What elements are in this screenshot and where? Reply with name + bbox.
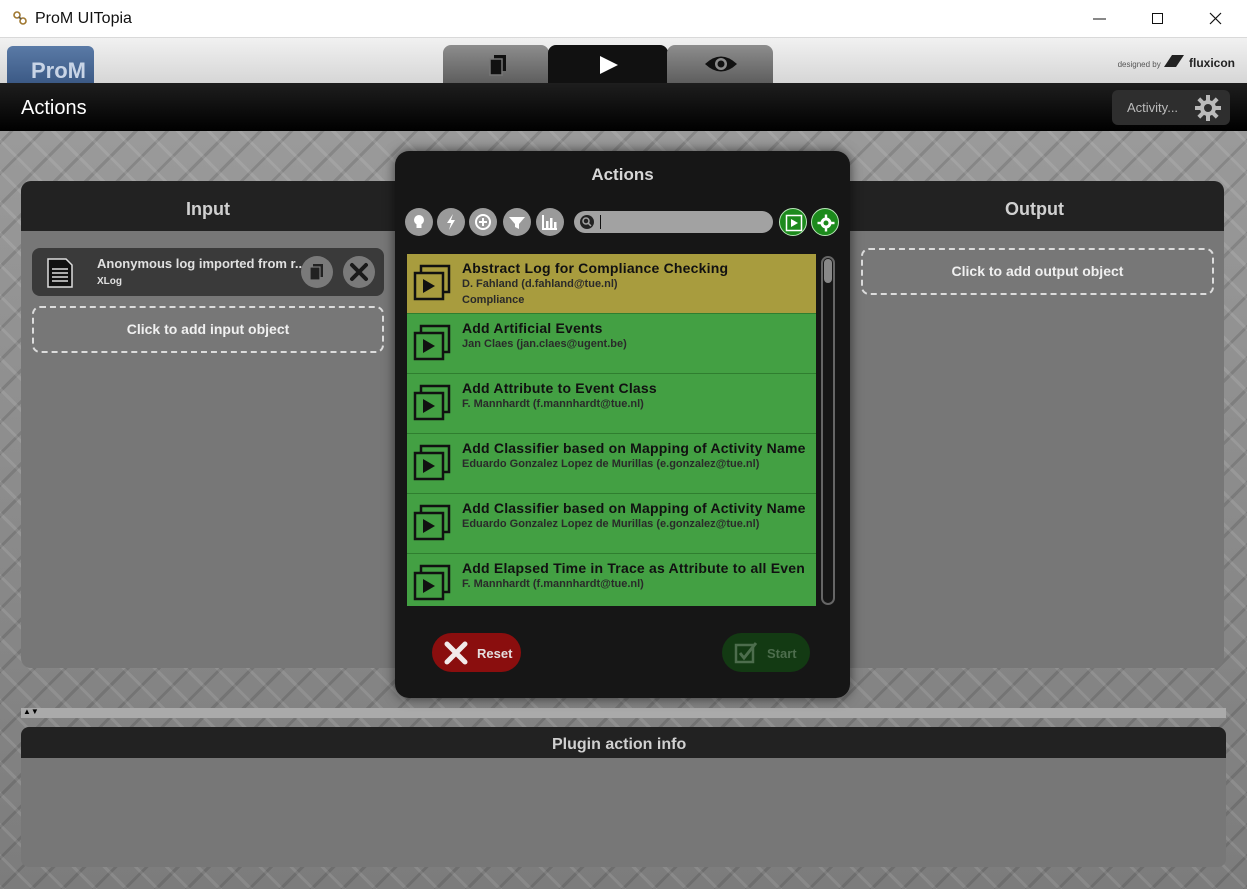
settings-gear-icon [817, 214, 835, 232]
search-input[interactable] [598, 213, 766, 231]
plugin-list-item[interactable]: Add Classifier based on Mapping of Activ… [407, 494, 816, 554]
close-icon [350, 263, 368, 281]
plugin-list-scrollbar[interactable] [821, 256, 835, 605]
plugin-author: F. Mannhardt (f.mannhardt@tue.nl) [462, 578, 644, 590]
tab-view[interactable] [667, 45, 773, 83]
output-panel-title: Output [830, 181, 1224, 231]
lightning-icon [447, 214, 455, 230]
brand-name: fluxicon [1188, 56, 1235, 70]
tab-workspace[interactable] [443, 45, 549, 83]
filter-plus-button[interactable] [469, 208, 497, 236]
input-object-name: Anonymous log imported from r... [97, 256, 306, 271]
plugin-play-icon [785, 214, 803, 232]
plugin-info-title: Plugin action info [21, 727, 1226, 758]
add-output-object-button[interactable]: Click to add output object [861, 248, 1214, 295]
close-window-button[interactable] [1187, 0, 1245, 38]
bar-chart-icon [542, 215, 557, 230]
remove-object-button[interactable] [343, 256, 375, 288]
plugin-list-item[interactable]: Add Artificial Events Jan Claes (jan.clae… [407, 314, 816, 374]
lightbulb-icon [414, 215, 424, 228]
gear-icon [1195, 95, 1221, 121]
filter-chart-button[interactable] [536, 208, 564, 236]
plugin-author: F. Mannhardt (f.mannhardt@tue.nl) [462, 398, 644, 410]
add-input-object-button[interactable]: Click to add input object [32, 306, 384, 353]
activity-button[interactable]: Activity... [1112, 90, 1230, 125]
search-icon [580, 215, 594, 229]
fluxicon-logo-icon [1163, 55, 1184, 67]
copy-icon [309, 264, 323, 281]
plugin-icon [413, 384, 451, 421]
plugin-icon [413, 504, 451, 541]
minimize-icon [1093, 18, 1106, 20]
document-icon [47, 258, 73, 288]
maximize-button[interactable] [1129, 0, 1187, 38]
plugin-icon [413, 324, 451, 361]
prom-header: ProM designed by fluxicon [0, 38, 1247, 83]
x-icon [444, 641, 468, 665]
plugin-author: D. Fahland (d.fahland@tue.nl) [462, 278, 618, 290]
reset-button[interactable]: Reset [432, 633, 521, 672]
actions-dialog: Actions Abstract Log for Compliance Chec… [395, 151, 850, 698]
scrollbar-thumb[interactable] [824, 259, 832, 283]
text-caret [600, 215, 601, 229]
plugin-name: Add Elapsed Time in Trace as Attribute t… [462, 560, 805, 576]
tab-actions[interactable] [548, 45, 668, 83]
window-title: ProM UITopia [35, 10, 132, 27]
funnel-icon [509, 217, 525, 229]
plugin-icon [413, 264, 451, 301]
collapse-arrows-icon[interactable]: ▲▼ [23, 708, 39, 716]
panel-splitter[interactable]: ▲▼ [21, 708, 1226, 718]
input-object-type: XLog [97, 276, 122, 287]
window-titlebar: ProM UITopia [0, 0, 1247, 38]
plugin-list-item[interactable]: Abstract Log for Compliance Checking D. F… [407, 254, 816, 314]
plugin-name: Add Classifier based on Mapping of Activ… [462, 440, 806, 456]
checkbox-check-icon [734, 642, 758, 664]
output-panel: Output Click to add output object [830, 181, 1224, 668]
eye-icon [705, 56, 737, 72]
start-button[interactable]: Start [722, 633, 810, 672]
prom-logo: ProM [7, 46, 94, 83]
plugin-list: Abstract Log for Compliance Checking D. F… [407, 254, 816, 606]
filter-lightbulb-button[interactable] [405, 208, 433, 236]
maximize-icon [1152, 13, 1163, 24]
close-icon [1209, 12, 1222, 25]
input-panel: Input Anonymous log imported from r... X… [21, 181, 425, 668]
input-panel-title: Input [21, 181, 425, 231]
documents-icon [489, 55, 506, 76]
minimize-button[interactable] [1071, 0, 1129, 38]
plugin-settings-button[interactable] [811, 208, 839, 236]
plugin-name: Add Classifier based on Mapping of Activ… [462, 500, 806, 516]
plugin-name: Add Attribute to Event Class [462, 380, 657, 396]
input-object[interactable]: Anonymous log imported from r... XLog [32, 248, 384, 296]
actions-bar: Actions Activity... [0, 83, 1247, 131]
actions-dialog-title: Actions [591, 165, 654, 184]
plugin-category: Compliance [462, 294, 525, 306]
plugin-name: Abstract Log for Compliance Checking [462, 260, 729, 276]
play-icon [600, 56, 618, 74]
prom-app-icon [13, 11, 27, 25]
filter-lightning-button[interactable] [437, 208, 465, 236]
plugin-view-toggle-button[interactable] [779, 208, 807, 236]
page-title: Actions [21, 97, 87, 119]
plugin-list-item[interactable]: Add Elapsed Time in Trace as Attribute t… [407, 554, 816, 606]
plugin-name: Add Artificial Events [462, 320, 603, 336]
plugin-icon [413, 564, 451, 601]
plugin-icon [413, 444, 451, 481]
plugin-author: Jan Claes (jan.claes@ugent.be) [462, 338, 627, 350]
copy-object-button[interactable] [301, 256, 333, 288]
plugin-author: Eduardo Gonzalez Lopez de Murillas (e.go… [462, 458, 760, 470]
designed-by: designed by fluxicon [1117, 55, 1235, 70]
filter-funnel-button[interactable] [503, 208, 531, 236]
plugin-author: Eduardo Gonzalez Lopez de Murillas (e.go… [462, 518, 760, 530]
plus-circle-icon [475, 214, 491, 230]
search-field[interactable] [574, 211, 773, 233]
plugin-info-panel: Plugin action info [21, 727, 1226, 867]
plugin-list-item[interactable]: Add Classifier based on Mapping of Activ… [407, 434, 816, 494]
plugin-list-item[interactable]: Add Attribute to Event Class F. Mannhard… [407, 374, 816, 434]
